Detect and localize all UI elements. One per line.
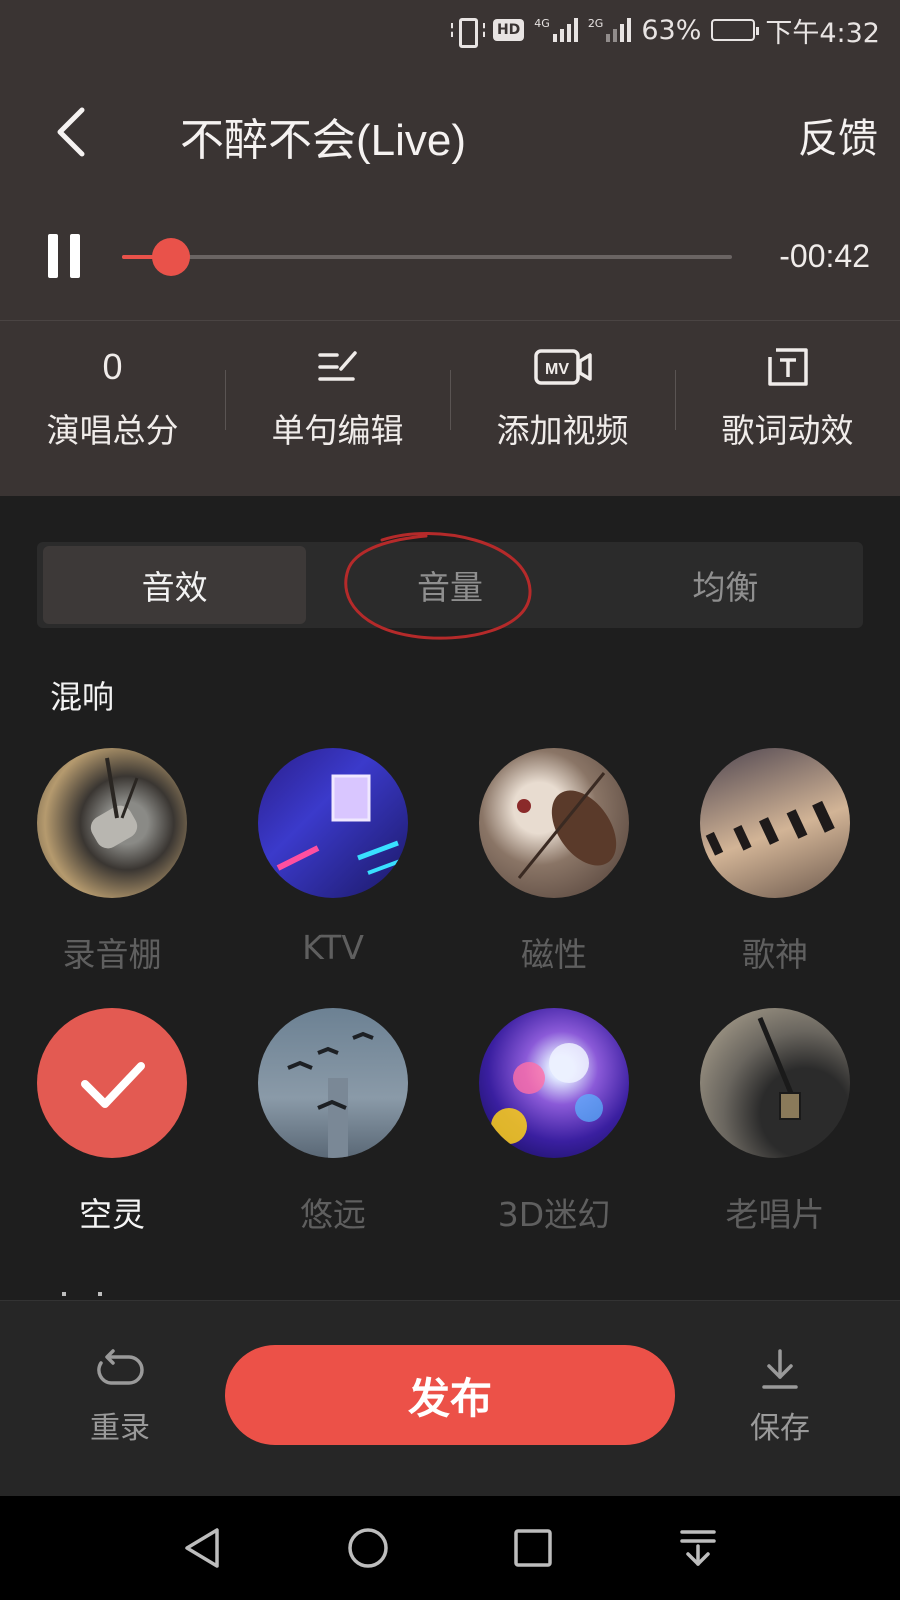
nav-back-icon[interactable] <box>173 1518 233 1578</box>
svg-text:MV: MV <box>545 361 569 378</box>
effect-label: 录音棚 <box>62 935 162 974</box>
song-title: 不醉不会(Live) <box>180 116 467 165</box>
rerecord-icon <box>97 1349 144 1385</box>
tab-volume[interactable]: 音量 <box>312 542 587 628</box>
download-icon <box>762 1349 798 1389</box>
hd-badge: HD <box>492 19 525 41</box>
battery-icon <box>711 19 760 41</box>
tab-sound-effect[interactable]: 音效 <box>37 542 312 628</box>
clock: 下午4:32 <box>765 17 880 49</box>
violin-image <box>479 748 629 898</box>
rerecord-button[interactable]: 重录 <box>60 1349 180 1447</box>
effect-label: 老唱片 <box>725 1195 825 1234</box>
edit-lines-icon <box>317 351 357 381</box>
publish-button[interactable]: 发布 <box>225 1345 675 1445</box>
save-button[interactable]: 保存 <box>720 1349 840 1447</box>
tool-label: 添加视频 <box>496 411 629 450</box>
vibrate-icon <box>449 17 485 48</box>
piano-keys-image <box>700 748 850 898</box>
tool-total-score[interactable]: 0 演唱总分 <box>0 342 225 472</box>
studio-microphone-image <box>37 748 187 898</box>
section-title-reverb: 混响 <box>50 678 115 716</box>
nav-home-icon[interactable] <box>338 1518 398 1578</box>
check-icon <box>81 1062 145 1108</box>
effect-magnetic[interactable]: 磁性 <box>474 748 634 976</box>
tool-label: 演唱总分 <box>46 411 179 450</box>
nav-recents-icon[interactable] <box>503 1518 563 1578</box>
remaining-time: -00:42 <box>779 238 870 274</box>
tool-line-edit[interactable]: 单句编辑 <box>225 342 450 472</box>
tool-lyric-effects[interactable]: 歌词动效 <box>675 342 900 472</box>
tab-equalizer[interactable]: 均衡 <box>588 542 863 628</box>
effect-label: 3D迷幻 <box>497 1195 611 1234</box>
pause-icon[interactable] <box>46 234 82 278</box>
effect-ktv[interactable]: KTV <box>253 748 413 967</box>
birds-bridge-image <box>258 1008 408 1158</box>
progress-slider[interactable] <box>122 238 732 276</box>
effect-ethereal[interactable]: 空灵 <box>32 1008 192 1236</box>
effect-studio[interactable]: 录音棚 <box>32 748 192 976</box>
score-value: 0 <box>102 346 123 387</box>
bokeh-lights-image <box>479 1008 629 1158</box>
back-arrow-icon[interactable] <box>50 102 100 162</box>
effect-label: 歌神 <box>742 935 808 974</box>
effect-tabs: 音效 音量 均衡 <box>37 542 863 628</box>
ktv-room-image <box>258 748 408 898</box>
tool-row: 0 演唱总分 单句编辑 MV 添加视频 歌词动效 <box>0 342 900 472</box>
tool-add-video[interactable]: MV 添加视频 <box>450 342 675 472</box>
lyric-text-icon <box>767 348 808 386</box>
next-section-title-cutoff <box>62 1292 102 1296</box>
progress-thumb[interactable] <box>151 238 190 276</box>
effect-3d-psychedelic[interactable]: 3D迷幻 <box>474 1008 634 1236</box>
system-nav-bar <box>0 1496 900 1600</box>
nav-notification-pull-icon[interactable] <box>668 1518 728 1578</box>
effect-label: KTV <box>302 928 364 967</box>
tool-label: 单句编辑 <box>271 411 404 450</box>
effect-label: 空灵 <box>79 1195 145 1234</box>
effect-old-record[interactable]: 老唱片 <box>695 1008 855 1236</box>
player-header: 不醉不会(Live) 反馈 -00:42 0 演唱总分 单句编辑 MV 添加视频… <box>0 60 900 496</box>
effect-label: 悠远 <box>300 1195 366 1234</box>
signal-2g-icon: 2G <box>588 18 632 42</box>
effect-singer[interactable]: 歌神 <box>695 748 855 976</box>
signal-4g-icon: 4G <box>534 18 578 42</box>
status-bar: HD 4G 2G 63% 下午4:32 <box>0 0 900 60</box>
tool-label: 歌词动效 <box>721 411 854 450</box>
bottom-action-bar: 重录 发布 保存 <box>0 1300 900 1496</box>
effect-label: 磁性 <box>521 935 587 974</box>
feedback-button[interactable]: 反馈 <box>798 106 878 164</box>
divider <box>0 320 900 321</box>
turntable-image <box>700 1008 850 1158</box>
effect-distant[interactable]: 悠远 <box>253 1008 413 1236</box>
ethereal-forest-image <box>37 1008 187 1158</box>
mv-camera-icon: MV <box>533 349 592 385</box>
battery-percent: 63% <box>641 14 702 46</box>
